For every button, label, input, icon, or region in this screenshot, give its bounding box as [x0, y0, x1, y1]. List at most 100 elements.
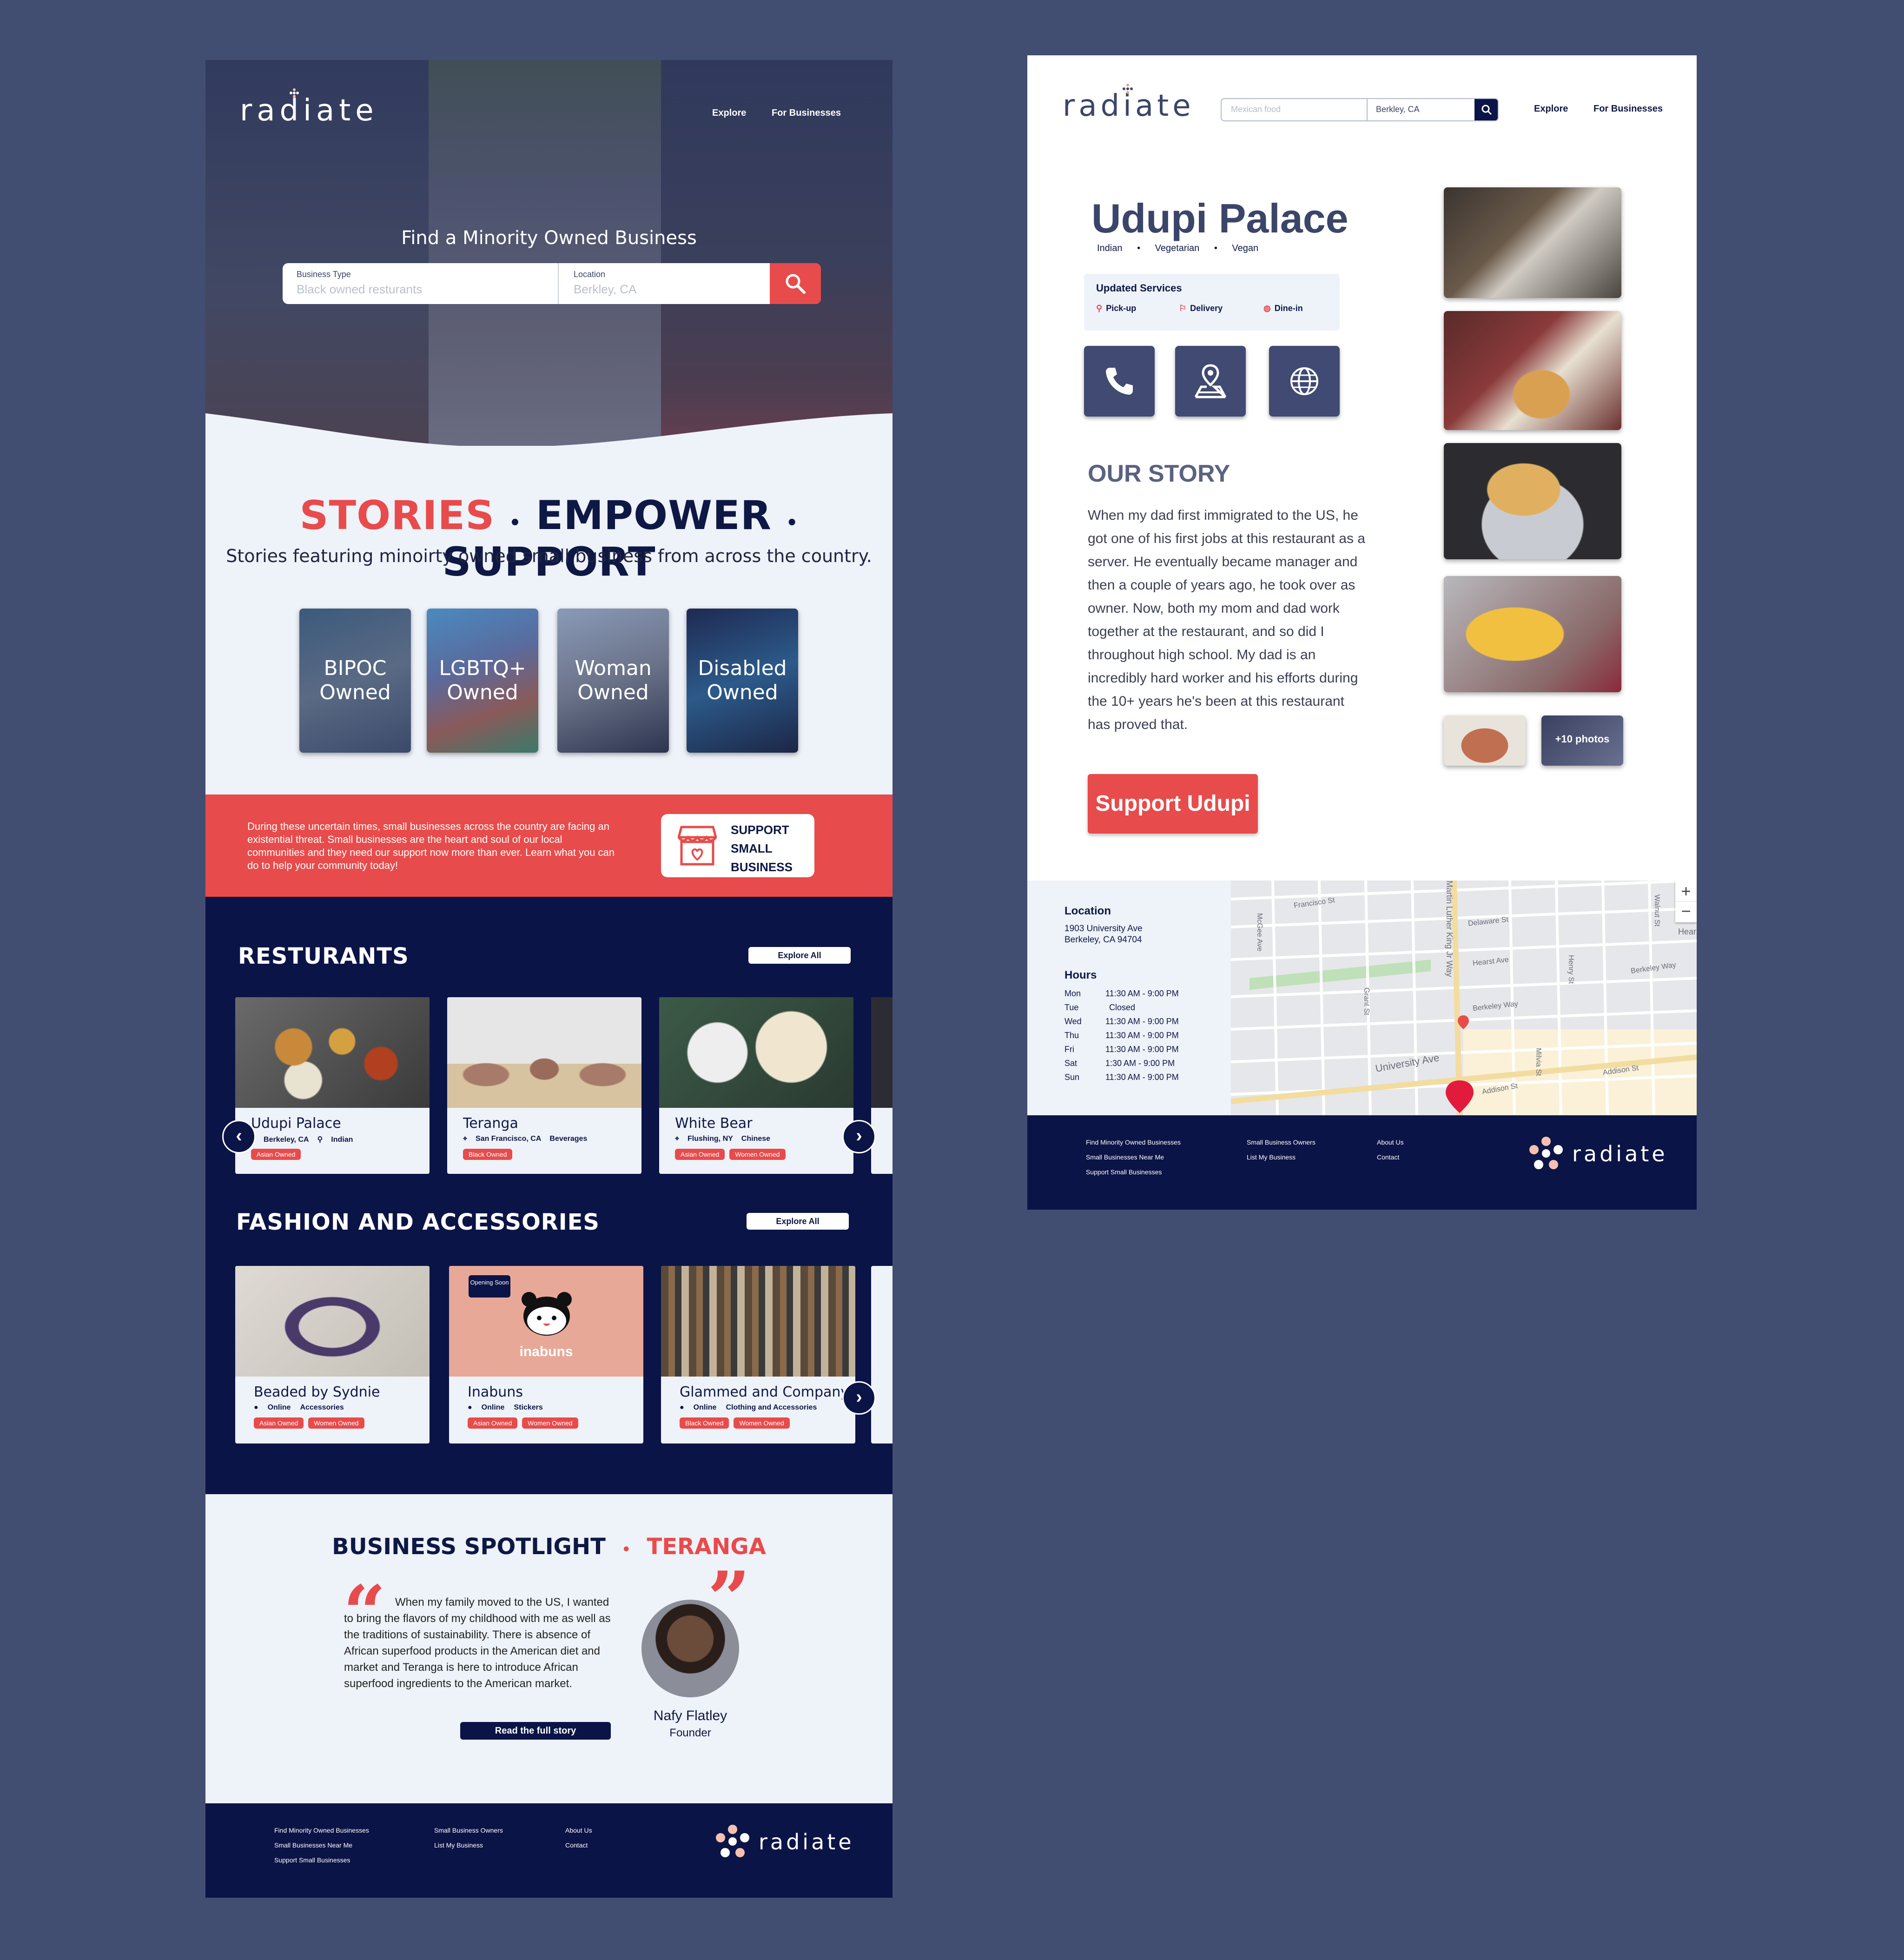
support-business-button[interactable]: Support Udupi	[1088, 774, 1258, 834]
spotlight-quote: When my family moved to the US, I wanted…	[344, 1596, 611, 1690]
tagline-subtitle: Stories featuring minoirty owned small b…	[226, 546, 872, 566]
footer-link[interactable]: Small Business Owners	[1247, 1135, 1316, 1150]
fashion-tags: Asian Owned Women Owned	[468, 1417, 583, 1429]
business-photo-chef[interactable]	[1444, 187, 1621, 298]
ownership-tag[interactable]: Black Owned	[463, 1149, 513, 1160]
nav-explore[interactable]: Explore	[1534, 104, 1568, 114]
ownership-tag[interactable]: Women Owned	[522, 1417, 578, 1429]
fashion-title: FASHION AND ACCESSORIES	[236, 1209, 600, 1235]
footer-link[interactable]: Support Small Businesses	[1086, 1165, 1181, 1179]
fashion-mode: Online	[267, 1404, 291, 1411]
tagline-sep: •	[786, 512, 799, 534]
category-disabled[interactable]: Disabled Owned	[687, 609, 798, 753]
ownership-tag[interactable]: Asian Owned	[675, 1149, 725, 1160]
category-woman[interactable]: Woman Owned	[557, 609, 669, 753]
nav-for-businesses[interactable]: For Businesses	[772, 108, 841, 119]
carousel-prev-button[interactable]: ‹	[222, 1120, 256, 1153]
cuisine-item: Vegetarian	[1155, 243, 1200, 253]
cuisine-item: Indian	[1097, 243, 1123, 253]
footer-link[interactable]: Find Minority Owned Businesses	[1086, 1135, 1181, 1150]
footer-link[interactable]: Contact	[565, 1838, 592, 1853]
restaurant-card-partial[interactable]	[871, 997, 892, 1174]
hours-day: Fri	[1064, 1045, 1074, 1054]
restaurant-card-white-bear[interactable]: White Bear ⌖ Flushing, NY Chinese Asian Ow…	[659, 997, 853, 1174]
zoom-out-button[interactable]: −	[1675, 901, 1697, 922]
nav-for-businesses[interactable]: For Businesses	[1593, 104, 1663, 114]
search-button[interactable]	[770, 263, 821, 304]
restaurant-name: Udupi Palace	[251, 1115, 341, 1132]
category-bipoc[interactable]: BIPOC Owned	[299, 609, 411, 753]
fashion-name: Beaded by Sydnie	[254, 1384, 380, 1400]
logo[interactable]: radiate	[240, 93, 378, 128]
more-photos-button[interactable]: +10 photos	[1541, 715, 1623, 766]
ownership-tag[interactable]: Women Owned	[734, 1417, 790, 1429]
inabuns-logo: inabuns	[519, 1344, 573, 1359]
restaurant-photo	[871, 997, 892, 1108]
business-type-input[interactable]: Black owned resturants	[297, 282, 558, 297]
read-full-story-button[interactable]: Read the full story	[460, 1722, 611, 1740]
hours-title: Hours	[1064, 969, 1097, 981]
carousel-next-button[interactable]: ›	[842, 1120, 876, 1153]
restaurant-location: Berkeley, CA	[264, 1136, 309, 1144]
restaurants-explore-all-button[interactable]: Explore All	[748, 947, 851, 964]
footer-link[interactable]: About Us	[565, 1823, 592, 1838]
footer-link[interactable]: List My Business	[434, 1838, 503, 1853]
restaurant-card-udupi[interactable]: Udupi Palace ⌖Berkeley, CA⚲Indian Asian …	[235, 997, 430, 1174]
directions-button[interactable]	[1175, 346, 1246, 417]
map-street-label: Henry St	[1567, 955, 1575, 984]
restaurant-card-teranga[interactable]: Teranga ⌖ San Francisco, CA Beverages Blac…	[447, 997, 641, 1174]
footer-logo[interactable]: radiate	[1572, 1141, 1668, 1166]
fashion-card-inabuns[interactable]: Opening Soon inabuns Inabuns ● Online Stic…	[449, 1266, 643, 1444]
ownership-tag[interactable]: Women Owned	[308, 1417, 364, 1429]
footer-logo[interactable]: radiate	[759, 1829, 854, 1854]
business-type-field[interactable]: Business Type Black owned resturants	[283, 263, 559, 304]
footer-link[interactable]: List My Business	[1247, 1150, 1316, 1165]
ownership-tag[interactable]: Asian Owned	[468, 1417, 518, 1429]
map-streets	[1231, 881, 1697, 1115]
fashion-card-partial[interactable]	[871, 1266, 892, 1444]
fashion-card-beaded[interactable]: Beaded by Sydnie ● Online Accessories Asia…	[235, 1266, 430, 1444]
website-button[interactable]	[1269, 346, 1340, 417]
logo-flower-icon	[289, 88, 299, 98]
zoom-in-button[interactable]: +	[1675, 881, 1697, 901]
category-label: Owned	[447, 681, 518, 704]
nav-explore[interactable]: Explore	[712, 108, 746, 119]
footer-link[interactable]: Small Businesses Near Me	[1086, 1150, 1181, 1165]
map[interactable]: Francisco St Delaware St Hearst Ave Hear…	[1231, 881, 1697, 1115]
footer-link[interactable]: Find Minority Owned Businesses	[274, 1823, 369, 1838]
restaurant-category: Indian	[331, 1136, 353, 1144]
spotlight-person-name: Nafy Flatley	[653, 1708, 727, 1723]
search-button[interactable]	[1474, 99, 1498, 120]
business-photo-dish[interactable]	[1444, 576, 1621, 692]
footer-link[interactable]: Contact	[1377, 1150, 1404, 1165]
call-button[interactable]	[1084, 346, 1155, 417]
service-label: Pick-up	[1106, 304, 1137, 313]
ownership-tag[interactable]: Women Owned	[729, 1149, 786, 1160]
ownership-tag[interactable]: Asian Owned	[251, 1149, 301, 1160]
fashion-explore-all-button[interactable]: Explore All	[747, 1213, 849, 1230]
support-small-business-button[interactable]: SUPPORT SMALL BUSINESS	[661, 814, 814, 877]
ownership-tag[interactable]: Black Owned	[680, 1417, 729, 1429]
footer-link[interactable]: Small Business Owners	[434, 1823, 503, 1838]
location-input[interactable]: Berkley, CA	[1368, 99, 1475, 120]
footer-link[interactable]: Support Small Businesses	[274, 1853, 369, 1867]
cuisine-sep: •	[1137, 243, 1141, 253]
fashion-tags: Asian Owned Women Owned	[254, 1417, 369, 1429]
location-field[interactable]: Location Berkley, CA	[560, 263, 770, 304]
footer-col-3: About Us Contact	[565, 1823, 592, 1853]
carousel-next-button[interactable]: ›	[842, 1381, 876, 1415]
business-photo-dining[interactable]	[1444, 311, 1621, 430]
fashion-card-glammed[interactable]: Glammed and Company ● Online Clothing and …	[661, 1266, 855, 1444]
footer-link[interactable]: Small Businesses Near Me	[274, 1838, 369, 1853]
business-photo-poori[interactable]	[1444, 443, 1621, 559]
search-input[interactable]: Mexican food	[1222, 99, 1368, 120]
footer-col-3: About Us Contact	[1377, 1135, 1404, 1165]
ownership-tag[interactable]: Asian Owned	[254, 1417, 304, 1429]
footer-link[interactable]: About Us	[1377, 1135, 1404, 1150]
location-input[interactable]: Berkley, CA	[574, 282, 770, 297]
business-photo-thumb[interactable]	[1444, 715, 1526, 766]
fashion-meta: ● Online Accessories	[254, 1404, 353, 1412]
dine-in-icon: ◍	[1263, 304, 1271, 313]
category-lgbtq[interactable]: LGBTQ+ Owned	[427, 609, 538, 753]
tagline-sep: •	[509, 512, 522, 534]
